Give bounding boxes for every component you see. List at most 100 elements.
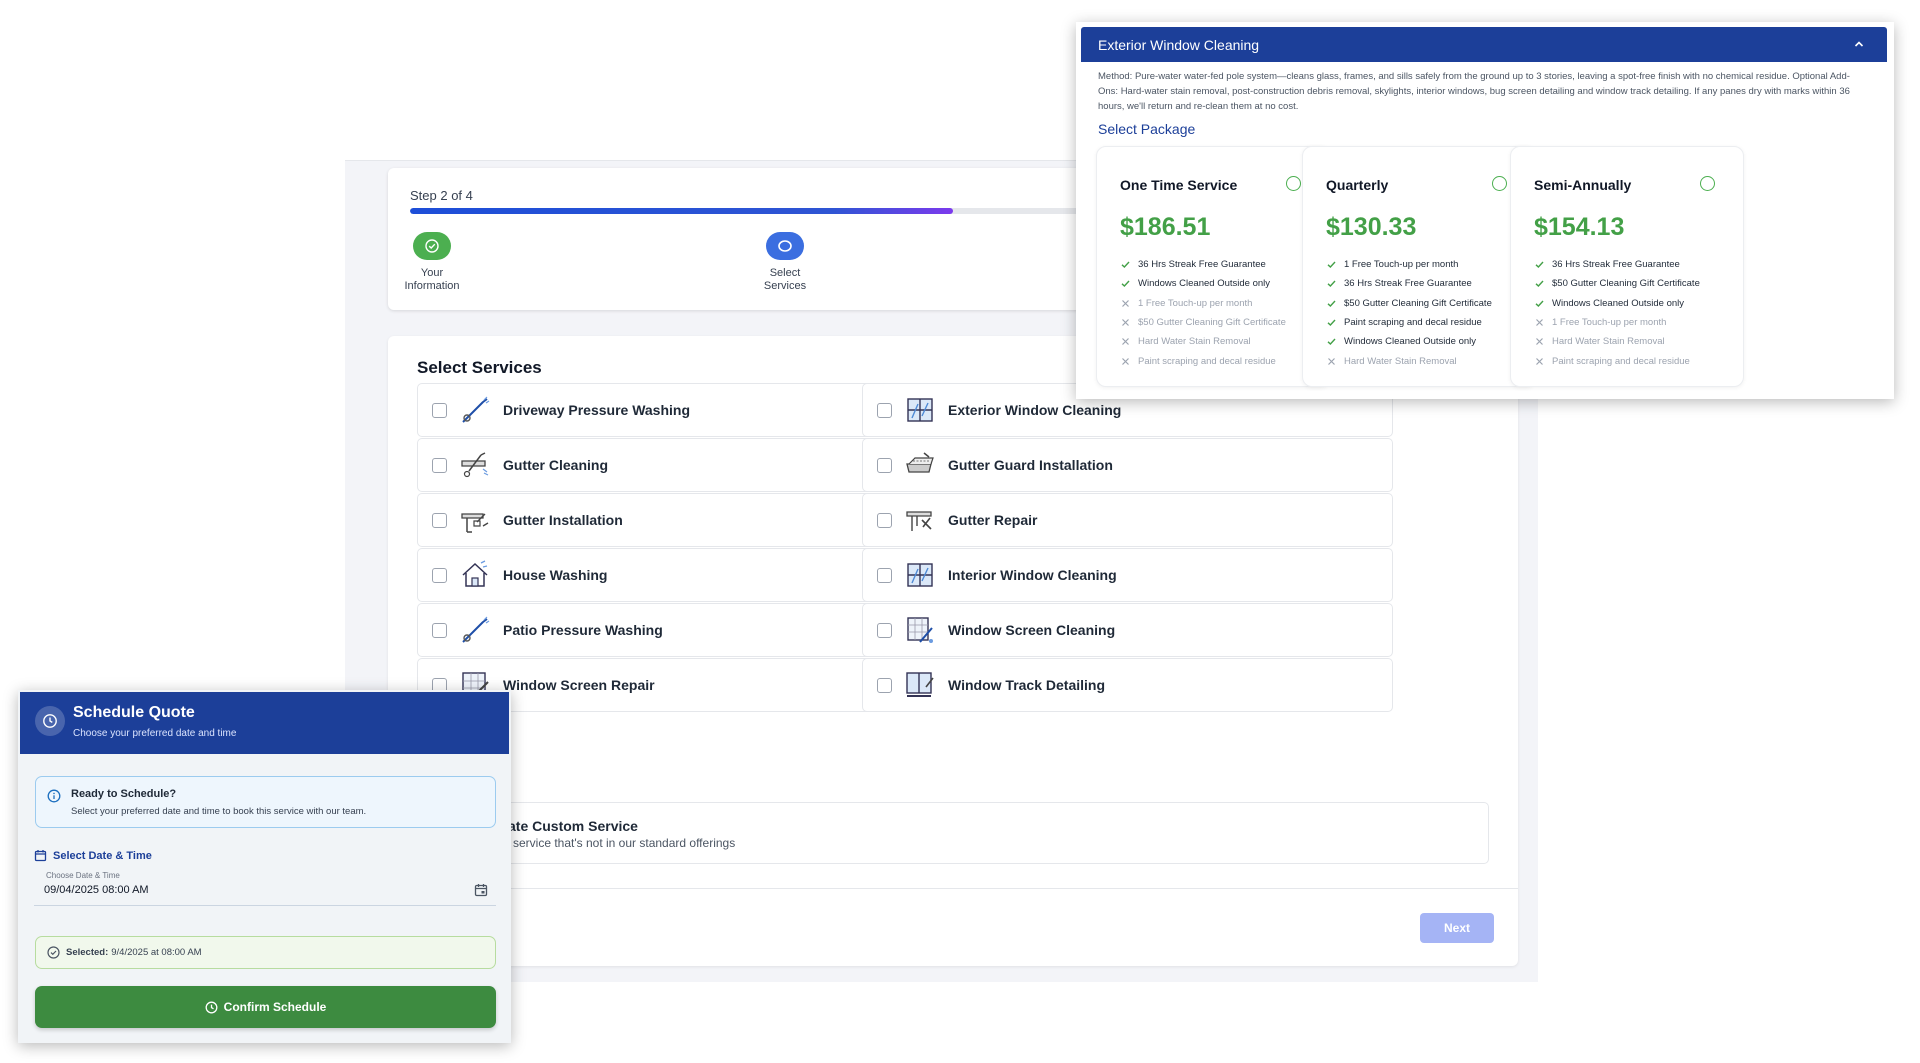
- feature-text: 36 Hrs Streak Free Guarantee: [1344, 278, 1472, 290]
- step-select-services[interactable]: Select Services: [735, 232, 835, 293]
- service-checkbox[interactable]: [432, 512, 447, 528]
- custom-service-option[interactable]: ate Custom Service a service that's not …: [417, 802, 1489, 864]
- package-card[interactable]: Semi-Annually $154.13 36 Hrs Streak Free G…: [1510, 146, 1744, 387]
- service-label: Window Track Detailing: [948, 677, 1106, 693]
- chevron-up-icon[interactable]: [1853, 38, 1865, 50]
- pressure-washer-icon: [459, 394, 491, 426]
- package-feature: Windows Cleaned Outside only: [1326, 332, 1492, 351]
- feature-text: Paint scraping and decal residue: [1138, 355, 1276, 367]
- package-name: Quarterly: [1326, 177, 1389, 193]
- service-option[interactable]: Interior Window Cleaning: [862, 548, 1393, 602]
- calendar-picker-icon[interactable]: [474, 883, 488, 897]
- ready-title: Ready to Schedule?: [71, 788, 177, 800]
- select-package-heading: Select Package: [1098, 121, 1196, 137]
- services-title: Select Services: [417, 358, 542, 377]
- date-time-section-label: Select Date & Time: [34, 849, 152, 862]
- feature-text: Windows Cleaned Outside only: [1552, 297, 1685, 309]
- service-checkbox[interactable]: [432, 567, 447, 583]
- selected-date-banner: Selected: 9/4/2025 at 08:00 AM: [35, 936, 496, 969]
- service-checkbox[interactable]: [877, 622, 892, 638]
- package-feature: Windows Cleaned Outside only: [1120, 274, 1286, 293]
- date-time-input[interactable]: 09/04/2025 08:00 AM: [34, 876, 496, 906]
- service-checkbox[interactable]: [877, 677, 892, 693]
- package-radio[interactable]: [1492, 176, 1507, 191]
- selected-label: Selected:: [66, 947, 109, 958]
- package-feature: Windows Cleaned Outside only: [1534, 294, 1700, 313]
- clock-icon: [205, 1001, 218, 1013]
- service-checkbox[interactable]: [432, 457, 447, 473]
- check-icon: [1326, 278, 1340, 289]
- service-option[interactable]: Gutter Repair: [862, 493, 1393, 547]
- package-feature: $50 Gutter Cleaning Gift Certificate: [1326, 294, 1492, 313]
- service-checkbox[interactable]: [877, 567, 892, 583]
- feature-text: $50 Gutter Cleaning Gift Certificate: [1138, 317, 1286, 329]
- cross-icon: [1326, 356, 1340, 367]
- package-card[interactable]: One Time Service $186.51 36 Hrs Streak Fre…: [1096, 146, 1330, 387]
- gutter-repair-icon: [904, 504, 936, 536]
- feature-text: Paint scraping and decal residue: [1552, 355, 1690, 367]
- check-circle-icon: [47, 946, 60, 959]
- package-feature: Paint scraping and decal residue: [1534, 351, 1700, 370]
- service-option[interactable]: Window Track Detailing: [862, 658, 1393, 712]
- service-checkbox[interactable]: [432, 402, 447, 418]
- service-description: Method: Pure-water water-fed pole system…: [1098, 71, 1850, 112]
- confirm-schedule-button[interactable]: Confirm Schedule: [35, 986, 496, 1028]
- current-step-icon: [766, 232, 804, 260]
- service-label: Gutter Cleaning: [503, 457, 609, 473]
- gutter-install-icon: [459, 504, 491, 536]
- schedule-quote-panel: Schedule Quote Choose your preferred dat…: [18, 690, 511, 1043]
- check-icon: [1534, 259, 1548, 270]
- check-icon: [1120, 278, 1134, 289]
- step-your-information[interactable]: Your Information: [382, 232, 482, 293]
- package-price: $154.13: [1534, 213, 1625, 241]
- service-checkbox[interactable]: [877, 512, 892, 528]
- next-button[interactable]: Next: [1420, 913, 1494, 943]
- panel-header[interactable]: Exterior Window Cleaning: [1081, 27, 1887, 62]
- confirm-schedule-label: Confirm Schedule: [223, 1000, 327, 1014]
- custom-service-title: ate Custom Service: [508, 818, 638, 834]
- feature-text: Windows Cleaned Outside only: [1138, 278, 1271, 290]
- ready-text: Select your preferred date and time to b…: [71, 806, 367, 817]
- service-checkbox[interactable]: [432, 622, 447, 638]
- check-circle-icon: [413, 232, 451, 260]
- check-icon: [1326, 336, 1340, 347]
- pressure-washer-icon: [459, 614, 491, 646]
- service-checkbox[interactable]: [877, 402, 892, 418]
- service-label: Gutter Repair: [948, 512, 1038, 528]
- feature-text: 36 Hrs Streak Free Guarantee: [1552, 259, 1680, 271]
- feature-text: $50 Gutter Cleaning Gift Certificate: [1552, 278, 1700, 290]
- cross-icon: [1534, 317, 1548, 328]
- step-counter: Step 2 of 4: [410, 188, 473, 203]
- schedule-title: Schedule Quote: [73, 704, 195, 721]
- service-checkbox[interactable]: [877, 457, 892, 473]
- exterior-window-cleaning-panel: Exterior Window Cleaning Method: Pure-wa…: [1076, 22, 1894, 399]
- package-feature: $50 Gutter Cleaning Gift Certificate: [1120, 313, 1286, 332]
- package-features: 36 Hrs Streak Free Guarantee Windows Clea…: [1120, 255, 1286, 371]
- package-feature: 1 Free Touch-up per month: [1534, 313, 1700, 332]
- date-time-input-label: Choose Date & Time: [44, 871, 122, 880]
- package-features: 1 Free Touch-up per month 36 Hrs Streak F…: [1326, 255, 1492, 371]
- schedule-header: Schedule Quote Choose your preferred dat…: [20, 692, 509, 754]
- date-time-value: 09/04/2025 08:00 AM: [44, 884, 149, 896]
- progress-fill: [410, 208, 953, 214]
- package-feature: 36 Hrs Streak Free Guarantee: [1326, 274, 1492, 293]
- package-card[interactable]: Quarterly $130.33 1 Free Touch-up per mont…: [1302, 146, 1536, 387]
- service-label: Patio Pressure Washing: [503, 622, 663, 638]
- service-label: Gutter Installation: [503, 512, 623, 528]
- package-radio[interactable]: [1286, 176, 1301, 191]
- calendar-icon: [34, 850, 47, 862]
- service-label: Window Screen Cleaning: [948, 622, 1116, 638]
- feature-text: Hard Water Stain Removal: [1552, 336, 1665, 348]
- service-option[interactable]: Gutter Guard Installation: [862, 438, 1393, 492]
- service-label: Driveway Pressure Washing: [503, 402, 691, 418]
- package-radio[interactable]: [1700, 176, 1715, 191]
- package-feature: 36 Hrs Streak Free Guarantee: [1534, 255, 1700, 274]
- package-feature: Paint scraping and decal residue: [1326, 313, 1492, 332]
- date-time-label-text: Select Date & Time: [53, 849, 152, 862]
- feature-text: 36 Hrs Streak Free Guarantee: [1138, 259, 1266, 271]
- package-feature: 1 Free Touch-up per month: [1120, 294, 1286, 313]
- feature-text: 1 Free Touch-up per month: [1138, 297, 1253, 309]
- panel-title: Exterior Window Cleaning: [1098, 37, 1260, 53]
- service-option[interactable]: Window Screen Cleaning: [862, 603, 1393, 657]
- package-feature: 1 Free Touch-up per month: [1326, 255, 1492, 274]
